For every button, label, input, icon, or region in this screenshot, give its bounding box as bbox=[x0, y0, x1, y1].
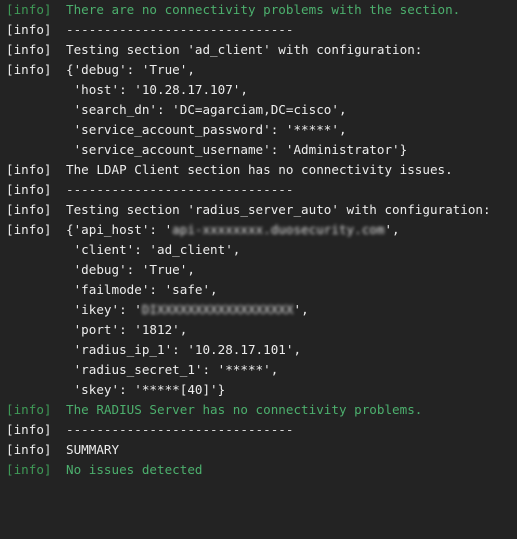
log-message: 'radius_ip_1': '10.28.17.101', bbox=[66, 342, 302, 357]
terminal-line: 'debug': 'True', bbox=[0, 260, 517, 280]
log-message: 'service_account_username': 'Administrat… bbox=[66, 142, 408, 157]
terminal-line: 'service_account_username': 'Administrat… bbox=[0, 140, 517, 160]
log-message: The RADIUS Server has no connectivity pr… bbox=[66, 402, 423, 417]
terminal-line: [info] ------------------------------ bbox=[0, 20, 517, 40]
terminal-line: [info] {'api_host': 'api-xxxxxxxx.duosecu… bbox=[0, 220, 517, 240]
terminal-line: 'failmode': 'safe', bbox=[0, 280, 517, 300]
terminal-line: [info] Testing section 'ad_client' with c… bbox=[0, 40, 517, 60]
log-message: Testing section 'radius_server_auto' wit… bbox=[66, 202, 491, 217]
log-message: 'radius_secret_1': '*****', bbox=[66, 362, 279, 377]
terminal-output-pane[interactable]: [info] There are no connectivity problems… bbox=[0, 0, 517, 539]
terminal-line: [info] ------------------------------ bbox=[0, 420, 517, 440]
log-message: There are no connectivity problems with … bbox=[66, 2, 461, 17]
log-message: ------------------------------ bbox=[66, 422, 294, 437]
log-level-tag: [info] bbox=[6, 222, 52, 237]
log-message: No issues detected bbox=[66, 462, 203, 477]
terminal-line: 'radius_ip_1': '10.28.17.101', bbox=[0, 340, 517, 360]
log-message: 'port': '1812', bbox=[66, 322, 188, 337]
log-message: ------------------------------ bbox=[66, 182, 294, 197]
log-level-tag: [info] bbox=[6, 162, 52, 177]
terminal-line: [info] {'debug': 'True', bbox=[0, 60, 517, 80]
terminal-line: [info] The RADIUS Server has no connectiv… bbox=[0, 400, 517, 420]
log-message: SUMMARY bbox=[66, 442, 120, 457]
log-level-tag: [info] bbox=[6, 422, 52, 437]
terminal-line: 'ikey': 'DIXXXXXXXXXXXXXXXXXX', bbox=[0, 300, 517, 320]
log-message: 'debug': 'True', bbox=[66, 262, 195, 277]
log-message: {'api_host': ' bbox=[66, 222, 173, 237]
log-message: The LDAP Client section has no connectiv… bbox=[66, 162, 453, 177]
log-message: 'skey': '*****[40]'} bbox=[66, 382, 226, 397]
log-level-tag: [info] bbox=[6, 442, 52, 457]
terminal-line: 'skey': '*****[40]'} bbox=[0, 380, 517, 400]
log-level-tag: [info] bbox=[6, 462, 52, 477]
log-message: ------------------------------ bbox=[66, 22, 294, 37]
log-message: 'client': 'ad_client', bbox=[66, 242, 241, 257]
log-message: 'failmode': 'safe', bbox=[66, 282, 218, 297]
terminal-line: [info] SUMMARY bbox=[0, 440, 517, 460]
log-message: 'host': '10.28.17.107', bbox=[66, 82, 248, 97]
terminal-line: 'service_account_password': '*****', bbox=[0, 120, 517, 140]
terminal-line: [info] The LDAP Client section has no con… bbox=[0, 160, 517, 180]
redacted-value: DIXXXXXXXXXXXXXXXXXX bbox=[141, 302, 294, 317]
log-message: Testing section 'ad_client' with configu… bbox=[66, 42, 423, 57]
log-message: {'debug': 'True', bbox=[66, 62, 195, 77]
log-level-tag: [info] bbox=[6, 42, 52, 57]
log-level-tag: [info] bbox=[6, 202, 52, 217]
terminal-line: 'client': 'ad_client', bbox=[0, 240, 517, 260]
log-level-tag: [info] bbox=[6, 182, 52, 197]
terminal-line: [info] There are no connectivity problems… bbox=[0, 0, 517, 20]
terminal-line: [info] Testing section 'radius_server_aut… bbox=[0, 200, 517, 220]
terminal-line: [info] ------------------------------ bbox=[0, 180, 517, 200]
terminal-line: 'radius_secret_1': '*****', bbox=[0, 360, 517, 380]
terminal-line: 'host': '10.28.17.107', bbox=[0, 80, 517, 100]
log-message: 'search_dn': 'DC=agarciam,DC=cisco', bbox=[66, 102, 347, 117]
terminal-line: 'search_dn': 'DC=agarciam,DC=cisco', bbox=[0, 100, 517, 120]
log-message: 'ikey': ' bbox=[66, 302, 142, 317]
log-message-tail: ', bbox=[384, 222, 400, 237]
log-level-tag: [info] bbox=[6, 62, 52, 77]
log-message: 'service_account_password': '*****', bbox=[66, 122, 347, 137]
terminal-line: 'port': '1812', bbox=[0, 320, 517, 340]
log-message-tail: ', bbox=[293, 302, 309, 317]
redacted-value: api-xxxxxxxx.duosecurity.com bbox=[172, 222, 385, 237]
log-level-tag: [info] bbox=[6, 402, 52, 417]
log-level-tag: [info] bbox=[6, 22, 52, 37]
log-level-tag: [info] bbox=[6, 2, 52, 17]
terminal-line: [info] No issues detected bbox=[0, 460, 517, 480]
